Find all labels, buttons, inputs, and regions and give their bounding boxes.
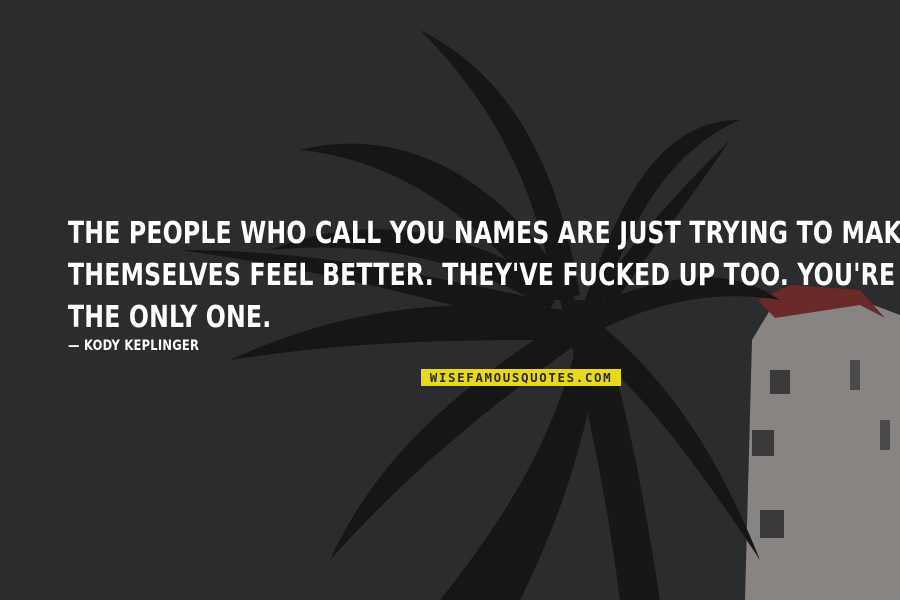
- quote-author: — KODY KEPLINGER: [68, 338, 200, 354]
- quote-line-2: THEMSELVES FEEL BETTER. THEY'VE FUCKED U…: [68, 258, 900, 293]
- quote-line-1: THE PEOPLE WHO CALL YOU NAMES ARE JUST T…: [68, 216, 900, 251]
- quote-text: THE PEOPLE WHO CALL YOU NAMES ARE JUST T…: [68, 213, 900, 339]
- site-logo-text: WISEFAMOUSQUOTES.COM: [429, 370, 613, 385]
- site-logo[interactable]: WISEFAMOUSQUOTES.COM: [421, 369, 621, 386]
- lighthouse: [745, 285, 900, 600]
- quote-image: THE PEOPLE WHO CALL YOU NAMES ARE JUST T…: [0, 0, 900, 600]
- quote-line-3: THE ONLY ONE.: [68, 300, 272, 335]
